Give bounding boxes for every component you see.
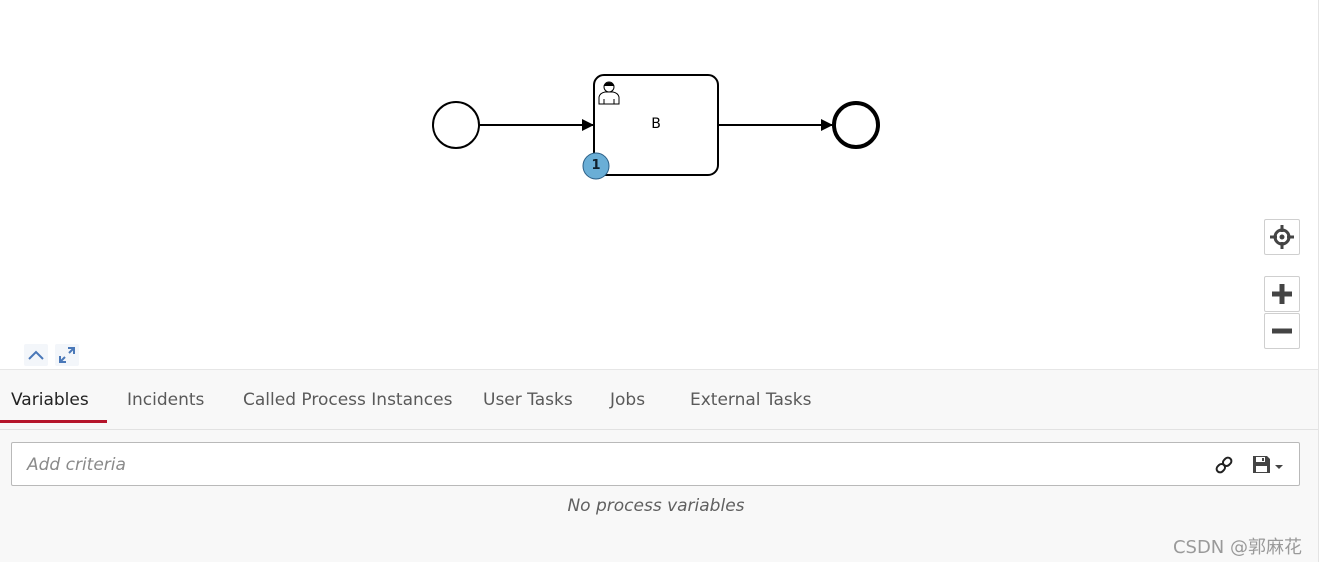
search-criteria-input[interactable]: Add criteria bbox=[11, 442, 1300, 486]
cockpit-process-instance-view: B 1 Variables Incidents Called Process I… bbox=[0, 0, 1324, 562]
no-variables-message: No process variables bbox=[567, 496, 745, 516]
instance-count-label: 1 bbox=[591, 158, 601, 173]
link-icon[interactable] bbox=[1214, 455, 1234, 475]
watermark: CSDN @郭麻花 bbox=[1172, 537, 1302, 558]
tab-jobs[interactable]: Jobs bbox=[610, 390, 645, 423]
bpmn-diagram-canvas[interactable]: B 1 bbox=[0, 0, 1318, 369]
tab-variables[interactable]: Variables bbox=[0, 390, 107, 423]
plus-icon bbox=[1272, 284, 1292, 304]
start-event[interactable] bbox=[432, 101, 480, 149]
end-event[interactable] bbox=[832, 101, 880, 149]
detail-panel: Variables Incidents Called Process Insta… bbox=[0, 369, 1318, 562]
tab-called-process-instances[interactable]: Called Process Instances bbox=[243, 390, 452, 423]
crosshair-icon bbox=[1270, 225, 1294, 249]
zoom-out-button[interactable] bbox=[1264, 313, 1300, 349]
collapse-diagram-button[interactable] bbox=[24, 344, 48, 366]
chevron-up-icon bbox=[28, 350, 44, 360]
zoom-in-button[interactable] bbox=[1264, 276, 1300, 312]
minus-icon bbox=[1272, 328, 1292, 334]
detail-tabs: Variables Incidents Called Process Insta… bbox=[0, 370, 1318, 430]
search-criteria-placeholder: Add criteria bbox=[27, 455, 126, 475]
tab-external-tasks[interactable]: External Tasks bbox=[690, 390, 811, 423]
task-name-label: B bbox=[651, 116, 661, 132]
reset-zoom-button[interactable] bbox=[1264, 219, 1300, 255]
fullscreen-button[interactable] bbox=[55, 344, 79, 366]
scrollbar-track[interactable] bbox=[1318, 0, 1324, 562]
floppy-disk-icon[interactable] bbox=[1252, 455, 1288, 475]
expand-icon bbox=[59, 347, 75, 363]
bpmn-diagram bbox=[432, 74, 880, 180]
tab-user-tasks[interactable]: User Tasks bbox=[483, 390, 573, 423]
tab-incidents[interactable]: Incidents bbox=[127, 390, 204, 423]
